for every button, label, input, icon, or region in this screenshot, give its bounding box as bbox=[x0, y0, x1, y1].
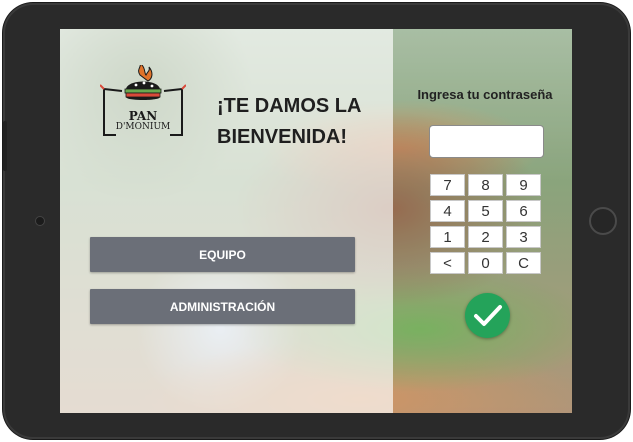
key-9[interactable]: 9 bbox=[506, 174, 541, 196]
checkmark-icon bbox=[474, 305, 502, 326]
key-6[interactable]: 6 bbox=[506, 200, 541, 222]
key-5[interactable]: 5 bbox=[468, 200, 503, 222]
key-backspace[interactable]: < bbox=[430, 252, 465, 274]
home-button[interactable] bbox=[589, 207, 617, 235]
key-8[interactable]: 8 bbox=[468, 174, 503, 196]
confirm-button[interactable] bbox=[465, 293, 510, 338]
key-2[interactable]: 2 bbox=[468, 226, 503, 248]
key-1[interactable]: 1 bbox=[430, 226, 465, 248]
key-clear[interactable]: C bbox=[506, 252, 541, 274]
welcome-line-1: ¡TE DAMOS LA bbox=[217, 95, 362, 117]
app-screen: PAN D'MONIUM ¡TE DAMOS LA BIENVENIDA! EQ… bbox=[60, 29, 572, 413]
password-field[interactable] bbox=[429, 125, 544, 158]
brand-line-1: PAN bbox=[128, 109, 158, 123]
password-label: Ingresa tu contraseña bbox=[417, 87, 553, 102]
brand-wordmark: PAN D'MONIUM bbox=[100, 109, 186, 133]
key-4[interactable]: 4 bbox=[430, 200, 465, 222]
key-3[interactable]: 3 bbox=[506, 226, 541, 248]
side-button bbox=[3, 121, 7, 171]
brand-line-2: D'MONIUM bbox=[115, 122, 171, 132]
welcome-heading: ¡TE DAMOS LA BIENVENIDA! bbox=[217, 91, 387, 153]
team-button[interactable]: EQUIPO bbox=[90, 237, 355, 272]
camera-icon bbox=[35, 216, 45, 226]
key-7[interactable]: 7 bbox=[430, 174, 465, 196]
admin-button[interactable]: ADMINISTRACIÓN bbox=[90, 289, 355, 324]
key-0[interactable]: 0 bbox=[468, 252, 503, 274]
welcome-line-2: BIENVENIDA! bbox=[217, 126, 348, 148]
